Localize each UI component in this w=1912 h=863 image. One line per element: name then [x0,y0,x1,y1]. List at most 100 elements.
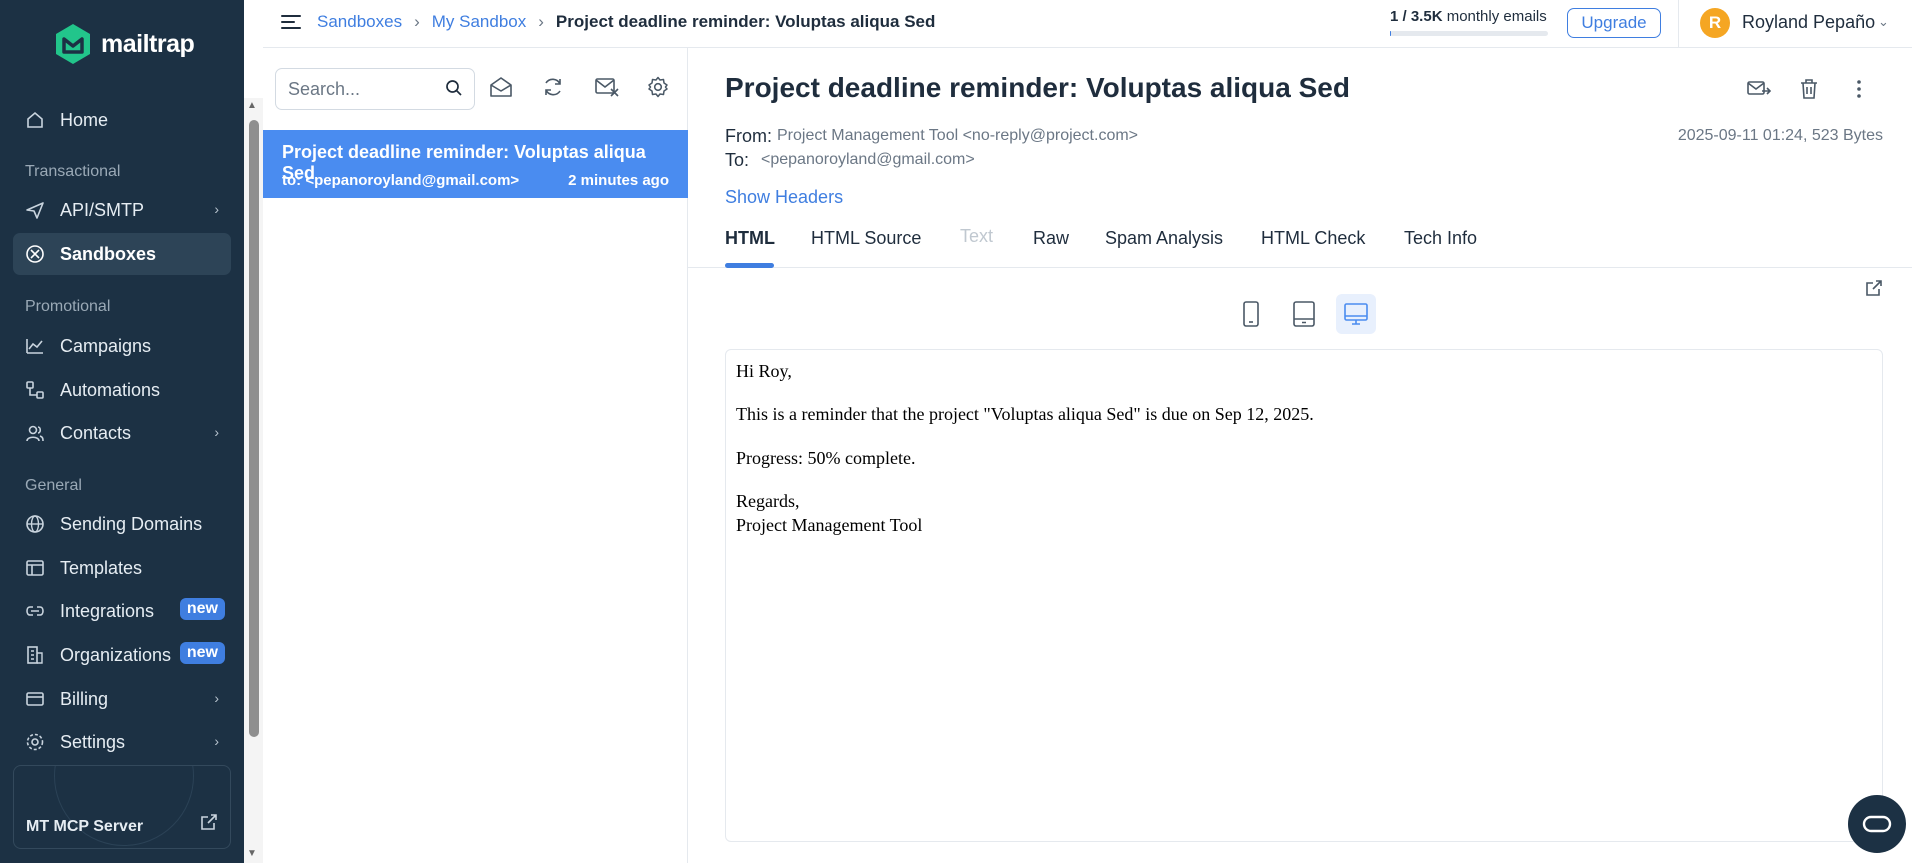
nav-sandboxes-label: Sandboxes [60,243,157,264]
sidebar: mailtrap Home Transactional API/SMTP › S… [0,0,244,863]
automation-icon [24,379,46,401]
user-name[interactable]: Royland Pepaño [1742,12,1875,33]
mailtrap-logo[interactable]: mailtrap [53,22,195,66]
quota-suffix: monthly emails [1442,8,1547,25]
clear-inbox-icon[interactable] [594,76,620,103]
email-html-preview: Hi Roy, This is a reminder that the proj… [725,349,1883,842]
gear-icon[interactable] [647,76,669,103]
nav-organizations-label: Organizations [60,644,172,665]
nav-api-smtp-label: API/SMTP [60,199,145,220]
tab-html-source[interactable]: HTML Source [811,228,921,249]
nav-automations[interactable]: Automations [13,369,231,411]
scroll-down-arrow-icon[interactable]: ▼ [247,848,257,859]
message-tabs: HTML HTML Source Text Raw Spam Analysis … [688,218,1912,268]
chevron-right-icon: › [214,733,219,749]
nav-api-smtp[interactable]: API/SMTP › [13,189,231,231]
new-badge: new [179,598,225,620]
to-label: To: [725,150,750,170]
scroll-up-arrow-icon[interactable]: ▲ [247,100,257,111]
chevron-right-icon: › [214,424,219,440]
avatar[interactable]: R [1700,8,1730,38]
mobile-view-button[interactable] [1231,294,1271,334]
upgrade-button[interactable]: Upgrade [1567,8,1661,38]
tab-html-check[interactable]: HTML Check [1261,228,1365,249]
forward-icon[interactable] [1746,78,1772,105]
nav-templates[interactable]: Templates [13,547,231,589]
top-bar: Sandboxes › My Sandbox › Project deadlin… [263,0,1912,48]
chart-line-icon [24,335,46,357]
nav-templates-label: Templates [60,557,143,578]
email-list-panel: Project deadline reminder: Voluptas aliq… [263,48,688,863]
from-label: From: [725,126,772,146]
nav-billing[interactable]: Billing › [13,678,231,720]
nav-settings[interactable]: Settings › [13,721,231,763]
tab-html[interactable]: HTML [725,228,775,249]
contacts-icon [24,422,46,444]
body-sign-1: Regards, [736,491,800,512]
desktop-icon [1344,303,1368,325]
tab-spam-analysis[interactable]: Spam Analysis [1105,228,1223,249]
email-time: 2 minutes ago [568,172,669,189]
globe-icon [24,513,46,535]
trash-icon[interactable] [1798,78,1820,105]
nav-integrations[interactable]: Integrations new [13,590,231,632]
nav-automations-label: Automations [60,379,161,400]
breadcrumb-separator: › [538,12,544,31]
body-line-2: Progress: 50% complete. [736,447,916,468]
chat-support-button[interactable] [1848,795,1906,853]
quota-progress-bar [1390,31,1548,36]
body-line-1: This is a reminder that the project "Vol… [736,404,1314,425]
nav-billing-label: Billing [60,688,109,709]
nav-sending-domains-label: Sending Domains [60,513,203,534]
nav-settings-label: Settings [60,731,126,752]
mcp-server-label: MT MCP Server [26,818,144,835]
active-tab-indicator [725,263,774,268]
chevron-right-icon: › [214,690,219,706]
scrollbar-thumb[interactable] [249,120,259,737]
tab-text: Text [960,226,994,246]
quota-used: 1 / 3.5K [1390,8,1443,25]
nav-sandboxes[interactable]: Sandboxes [13,233,231,275]
body-greeting: Hi Roy, [736,361,792,381]
chevron-down-icon[interactable]: ⌄ [1878,14,1889,30]
nav-home[interactable]: Home [13,99,231,141]
search-icon[interactable] [445,79,463,102]
new-badge: new [179,642,225,664]
show-headers-link[interactable]: Show Headers [725,187,843,208]
paper-plane-icon [24,199,46,221]
section-promotional: Promotional [25,298,111,315]
mailtrap-logo-icon [56,24,90,64]
email-list-item[interactable]: Project deadline reminder: Voluptas aliq… [263,130,688,198]
external-link-icon[interactable] [1864,278,1884,303]
email-recipient: to: <pepanoroyland@gmail.com> [282,172,520,189]
mark-read-icon[interactable] [489,76,513,103]
section-transactional: Transactional [25,163,121,180]
email-detail-panel: Project deadline reminder: Voluptas aliq… [688,48,1912,863]
logo-text: mailtrap [101,29,195,58]
menu-icon[interactable] [280,12,302,37]
mcp-server-card[interactable]: MT MCP Server [13,765,231,849]
tab-tech-info[interactable]: Tech Info [1404,228,1477,249]
breadcrumb-separator: › [414,12,420,31]
phone-icon [1243,301,1259,327]
more-vertical-icon[interactable] [1848,78,1870,105]
nav-sending-domains[interactable]: Sending Domains [13,503,231,545]
refresh-icon[interactable] [542,76,564,103]
nav-organizations[interactable]: Organizations new [13,634,231,676]
tablet-icon [1293,301,1315,327]
body-sign-2: Project Management Tool [736,514,923,535]
nav-contacts[interactable]: Contacts › [13,412,231,454]
from-value: Project Management Tool <no-reply@projec… [777,127,1139,144]
external-link-icon [200,813,218,836]
tab-raw[interactable]: Raw [1033,228,1069,249]
breadcrumb-sandboxes[interactable]: Sandboxes [317,12,402,32]
sandbox-icon [24,243,46,265]
nav-campaigns-label: Campaigns [60,335,152,356]
desktop-view-button[interactable] [1336,294,1376,334]
chevron-right-icon: › [214,201,219,217]
gear-icon [24,731,46,753]
tablet-view-button[interactable] [1284,294,1324,334]
nav-campaigns[interactable]: Campaigns [13,325,231,367]
template-icon [24,557,46,579]
breadcrumb-my-sandbox[interactable]: My Sandbox [432,12,527,32]
